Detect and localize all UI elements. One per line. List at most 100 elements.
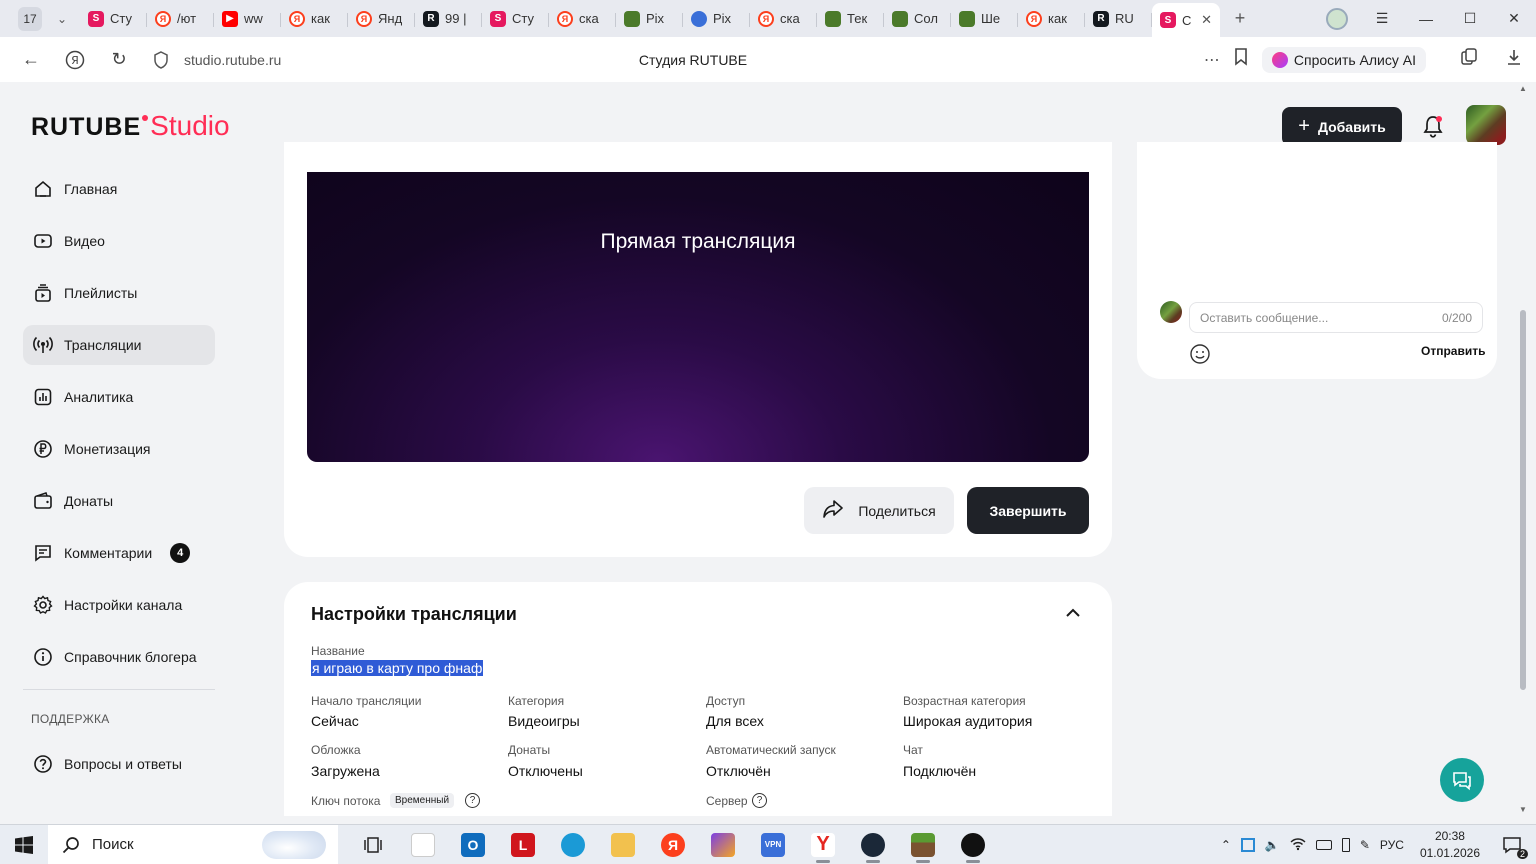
pen-icon[interactable]: ✎ (1360, 838, 1370, 852)
browser-tab[interactable]: S Сту (80, 4, 147, 34)
stream-preview[interactable]: Прямая трансляция (307, 172, 1089, 462)
rutube-studio-logo[interactable]: RUTUBE Studio (31, 110, 230, 142)
keyboard-language[interactable]: РУС (1380, 838, 1404, 852)
browser-tab[interactable]: Яска (549, 4, 616, 34)
browser-tab[interactable]: S Сту (482, 4, 549, 34)
site-info-icon[interactable] (146, 45, 176, 75)
browser-tab[interactable]: Ше (951, 4, 1018, 34)
studio-page: RUTUBE Studio + Добавить Главная Видео П… (8, 82, 1528, 816)
bookmark-icon[interactable] (1234, 48, 1248, 71)
outlook-icon[interactable]: O (448, 825, 498, 864)
sidebar-item-playlists[interactable]: Плейлисты (23, 273, 215, 313)
notepad-icon[interactable] (398, 825, 448, 864)
tab-label: ска (579, 11, 599, 26)
browser-tab[interactable]: Якак (281, 4, 348, 34)
minecraft-icon[interactable] (898, 825, 948, 864)
browser-tab[interactable]: Я/ют (147, 4, 214, 34)
browser-tab[interactable]: Якак (1018, 4, 1085, 34)
stream-name-value[interactable]: я играю в карту про фнаф (311, 660, 484, 676)
scroll-down-icon[interactable]: ▼ (1519, 805, 1527, 814)
chevron-down-icon[interactable]: ⌄ (50, 7, 74, 31)
browser-tab[interactable]: Тек (817, 4, 884, 34)
browser-tab[interactable]: Яска (750, 4, 817, 34)
sidebar-item-blogger-guide[interactable]: Справочник блогера (23, 637, 215, 677)
obs-icon[interactable] (948, 825, 998, 864)
browser-tab[interactable]: Pix (616, 4, 683, 34)
taskbar-search[interactable]: Поиск (48, 824, 338, 864)
game-app-icon[interactable] (698, 825, 748, 864)
sidebar-item-analytics[interactable]: Аналитика (23, 377, 215, 417)
windows-taskbar: Поиск O L Я VPN Y ⌃ 🔈 ✎ РУС 20:38 01.01.… (0, 824, 1536, 864)
field-label: Донаты (508, 743, 551, 757)
user-avatar[interactable] (1466, 105, 1506, 145)
sidebar-item-faq[interactable]: Вопросы и ответы (23, 744, 215, 784)
yandex-favicon-icon: Я (758, 10, 774, 27)
tray-app-icon[interactable] (1240, 838, 1255, 852)
browser-tab[interactable]: ▶ ww (214, 4, 281, 34)
network-icon[interactable] (1290, 837, 1306, 854)
more-options-icon[interactable]: ⋯ (1204, 50, 1220, 70)
download-icon[interactable] (1506, 48, 1522, 71)
sidebar-item-comments[interactable]: Комментарии 4 (23, 533, 215, 573)
help-chat-button[interactable] (1440, 758, 1484, 802)
notifications-bell-icon[interactable] (1420, 114, 1446, 140)
share-button[interactable]: Поделиться (804, 487, 954, 534)
close-window-icon[interactable]: ✕ (1492, 0, 1536, 37)
vpn-icon[interactable]: VPN (748, 825, 798, 864)
sidebar-item-home[interactable]: Главная (23, 169, 215, 209)
chat-user-avatar (1160, 301, 1182, 323)
page-scrollbar[interactable]: ▲ ▼ (1518, 82, 1528, 816)
collections-icon[interactable] (1460, 48, 1478, 71)
menu-icon[interactable]: ☰ (1360, 0, 1404, 37)
browser-tab-active[interactable]: S С ✕ (1152, 3, 1220, 37)
usb-icon[interactable] (1341, 838, 1350, 852)
back-arrow-icon[interactable]: ← (16, 45, 46, 75)
minimize-icon[interactable]: — (1404, 0, 1448, 37)
edge-icon[interactable] (548, 825, 598, 864)
url-field[interactable]: studio.rutube.ru (184, 52, 281, 68)
battery-icon[interactable] (1315, 840, 1332, 850)
close-tab-icon[interactable]: ✕ (1201, 12, 1212, 28)
ask-alice-button[interactable]: Спросить Алису AI (1261, 46, 1426, 73)
finish-stream-button[interactable]: Завершить (967, 487, 1089, 534)
maximize-icon[interactable]: ☐ (1448, 0, 1492, 37)
notifications-icon[interactable]: 2 (1500, 833, 1528, 859)
chevron-up-icon[interactable] (1064, 604, 1082, 622)
browser-tab[interactable]: Сол (884, 4, 951, 34)
sidebar-item-video[interactable]: Видео (23, 221, 215, 261)
steam-icon[interactable] (848, 825, 898, 864)
file-explorer-icon[interactable] (598, 825, 648, 864)
home-icon (32, 178, 54, 200)
lamoda-app-icon[interactable]: L (498, 825, 548, 864)
browser-tab[interactable]: Я Янд (348, 4, 415, 34)
new-tab-button[interactable]: + (1226, 5, 1254, 33)
sidebar-item-channel-settings[interactable]: Настройки канала (23, 585, 215, 625)
reload-icon[interactable]: ↻ (104, 45, 134, 75)
yandex-icon[interactable]: Я (648, 825, 698, 864)
yandex-home-icon[interactable]: Я (60, 45, 90, 75)
task-view-icon[interactable] (348, 825, 398, 864)
volume-icon[interactable]: 🔈 (1265, 838, 1280, 852)
tray-expand-icon[interactable]: ⌃ (1221, 838, 1231, 852)
stream-settings-card: Настройки трансляции Название я играю в … (284, 582, 1112, 816)
browser-tab[interactable]: Pix (683, 4, 750, 34)
question-icon[interactable]: ? (465, 793, 480, 808)
chat-message-input[interactable]: Оставить сообщение... 0/200 (1189, 302, 1483, 333)
tab-count-button[interactable]: 17 (18, 6, 42, 31)
browser-tab[interactable]: R RU (1085, 4, 1152, 34)
browser-tab[interactable]: R 99 | (415, 4, 482, 34)
yandex-browser-icon[interactable]: Y (798, 825, 848, 864)
scroll-up-icon[interactable]: ▲ (1519, 84, 1527, 93)
sidebar-item-donations[interactable]: Донаты (23, 481, 215, 521)
emoji-icon[interactable] (1189, 343, 1211, 365)
tab-label: Тек (847, 11, 868, 26)
scrollbar-thumb[interactable] (1520, 310, 1526, 690)
extension-icon[interactable] (1326, 7, 1348, 30)
sidebar-item-broadcasts[interactable]: Трансляции (23, 325, 215, 365)
sidebar-item-monetization[interactable]: Монетизация (23, 429, 215, 469)
question-icon[interactable]: ? (752, 793, 767, 808)
send-message-button[interactable]: Отправить (1421, 344, 1485, 358)
windows-start-icon[interactable] (0, 825, 48, 864)
clock[interactable]: 20:38 01.01.2026 (1420, 828, 1480, 862)
add-button[interactable]: + Добавить (1282, 107, 1402, 146)
